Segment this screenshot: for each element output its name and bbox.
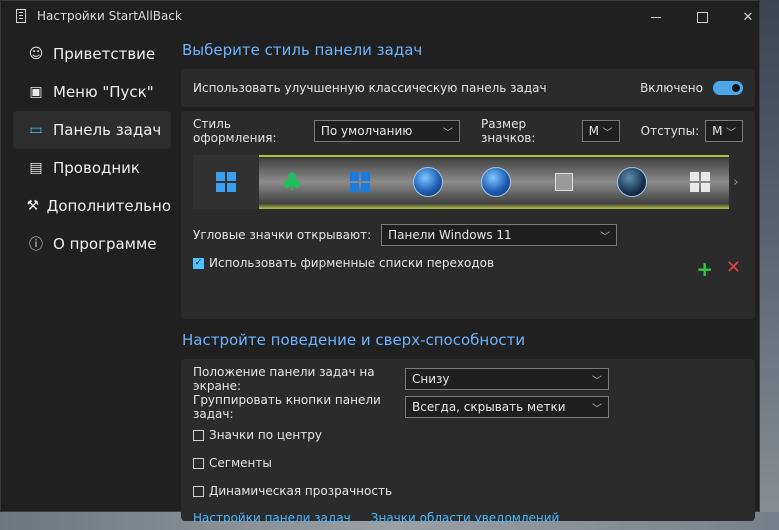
maximize-button[interactable] bbox=[679, 5, 725, 29]
chevron-down-icon: ﹀ bbox=[726, 128, 736, 139]
smiley-icon: ☺ bbox=[28, 46, 44, 62]
app-icon bbox=[16, 9, 26, 23]
maximize-icon bbox=[696, 11, 708, 23]
grouping-row: Группировать кнопки панели задач: Всегда… bbox=[193, 393, 743, 421]
style-label: Стиль оформления: bbox=[193, 117, 277, 145]
windows-xp-start-icon[interactable] bbox=[549, 167, 579, 197]
corner-icons-row: Угловые значки открывают: Панели Windows… bbox=[193, 223, 743, 247]
folder-icon: ▤ bbox=[29, 160, 43, 176]
windows8-start-icon[interactable] bbox=[685, 167, 715, 197]
position-select[interactable]: Снизу ﹀ bbox=[405, 368, 609, 390]
sidebar-item-welcome[interactable]: ☺ Приветствие bbox=[13, 35, 171, 73]
position-label: Положение панели задач на экране: bbox=[193, 365, 375, 393]
style-settings-card: Стиль оформления: По умолчанию ﹀ Размер … bbox=[181, 111, 755, 319]
minimize-button[interactable] bbox=[633, 5, 679, 29]
padding-value: M bbox=[712, 124, 723, 138]
behavior-card: Положение панели задач на экране: Снизу … bbox=[181, 359, 755, 525]
vista-orb-icon[interactable] bbox=[617, 167, 647, 197]
jumplist-checkbox[interactable]: ✓ bbox=[193, 257, 204, 269]
desktop-background bbox=[760, 0, 779, 530]
style-select[interactable]: По умолчанию ﹀ bbox=[313, 120, 460, 142]
chevron-down-icon: ﹀ bbox=[600, 232, 611, 243]
sidebar-item-taskbar[interactable]: ▭ Панель задач bbox=[13, 111, 171, 149]
icon-size-label: Размер значков: bbox=[481, 117, 536, 145]
icon-size-select[interactable]: M ﹀ bbox=[581, 120, 620, 142]
title-bar: Настройки StartAllBack ✕ bbox=[1, 1, 759, 33]
taskbar-settings-link[interactable]: Настройки панели задач bbox=[193, 511, 351, 525]
links-row: Настройки панели задач Значки области ув… bbox=[193, 511, 743, 525]
close-button[interactable]: ✕ bbox=[725, 5, 771, 29]
minimize-icon bbox=[651, 16, 661, 18]
main-content: Выберите стиль панели задач Использовать… bbox=[181, 35, 755, 525]
sidebar-item-label: О программе bbox=[53, 235, 157, 253]
segments-label: Сегменты bbox=[209, 456, 272, 470]
style-row: Стиль оформления: По умолчанию ﹀ Размер … bbox=[193, 117, 743, 145]
grouping-label: Группировать кнопки панели задач: bbox=[193, 393, 381, 421]
segments-checkbox[interactable] bbox=[193, 457, 204, 469]
clover-start-icon[interactable]: ♣ bbox=[277, 167, 307, 197]
grouping-value: Всегда, скрывать метки bbox=[412, 400, 566, 414]
settings-window: Настройки StartAllBack ✕ ☺ Приветствие ▣… bbox=[0, 0, 760, 525]
chevron-right-icon[interactable]: › bbox=[729, 155, 743, 209]
remove-icon[interactable]: ✕ bbox=[726, 257, 741, 278]
transparency-label: Динамическая прозрачность bbox=[209, 484, 393, 498]
toggle-state-label: Включено bbox=[640, 81, 703, 95]
segments-row: Сегменты bbox=[193, 449, 743, 477]
sidebar-item-label: Меню "Пуск" bbox=[53, 83, 154, 101]
transparency-row: Динамическая прозрачность bbox=[193, 477, 743, 505]
center-icons-label: Значки по центру bbox=[209, 428, 322, 442]
sidebar-item-start-menu[interactable]: ▣ Меню "Пуск" bbox=[13, 73, 171, 111]
center-icons-checkbox[interactable] bbox=[193, 429, 204, 441]
chevron-down-icon: ﹀ bbox=[602, 128, 613, 139]
position-row: Положение панели задач на экране: Снизу … bbox=[193, 365, 743, 393]
section-title-style: Выберите стиль панели задач bbox=[182, 41, 423, 59]
wrench-icon: ⚒ bbox=[26, 198, 40, 214]
sidebar: ☺ Приветствие ▣ Меню "Пуск" ▭ Панель зад… bbox=[13, 35, 171, 263]
window-title: Настройки StartAllBack bbox=[37, 9, 182, 23]
start-menu-icon: ▣ bbox=[29, 84, 43, 100]
padding-label: Отступы: bbox=[640, 124, 700, 138]
sidebar-item-label: Приветствие bbox=[53, 45, 156, 63]
enhanced-taskbar-row: Использовать улучшенную классическую пан… bbox=[181, 69, 755, 107]
sidebar-item-label: Проводник bbox=[53, 159, 140, 177]
start-button-preview: ♣ › bbox=[193, 155, 743, 209]
enhanced-toggle-group: Включено bbox=[640, 81, 743, 95]
notification-icons-link[interactable]: Значки области уведомлений bbox=[371, 511, 560, 525]
corner-icons-label: Угловые значки открывают: bbox=[193, 228, 372, 242]
add-icon[interactable]: + bbox=[696, 257, 713, 281]
sidebar-item-label: Дополнительно bbox=[46, 197, 171, 215]
sidebar-item-advanced[interactable]: ⚒ Дополнительно bbox=[13, 187, 171, 225]
enhanced-taskbar-toggle[interactable] bbox=[713, 81, 743, 95]
close-icon: ✕ bbox=[742, 9, 754, 25]
jumplist-row: ✓ Использовать фирменные списки переходо… bbox=[193, 251, 743, 275]
windows7-orb-alt-icon[interactable] bbox=[481, 167, 511, 197]
windows7-orb-icon[interactable] bbox=[413, 167, 443, 197]
enhanced-taskbar-label: Использовать улучшенную классическую пан… bbox=[193, 81, 547, 95]
section-title-behavior: Настройте поведение и сверх-способности bbox=[182, 331, 526, 349]
transparency-checkbox[interactable] bbox=[193, 485, 204, 497]
windows10-start-icon[interactable] bbox=[345, 167, 375, 197]
sidebar-item-explorer[interactable]: ▤ Проводник bbox=[13, 149, 171, 187]
info-icon: ⓘ bbox=[29, 237, 43, 253]
jumplist-label: Использовать фирменные списки переходов bbox=[209, 256, 495, 270]
position-value: Снизу bbox=[412, 372, 450, 386]
sidebar-item-label: Панель задач bbox=[53, 121, 162, 139]
chevron-down-icon: ﹀ bbox=[592, 376, 602, 387]
windows11-start-icon[interactable] bbox=[211, 167, 241, 197]
corner-icons-value: Панели Windows 11 bbox=[388, 228, 512, 242]
style-select-value: По умолчанию bbox=[320, 124, 413, 138]
icon-size-value: M bbox=[588, 124, 600, 138]
center-icons-row: Значки по центру bbox=[193, 421, 743, 449]
chevron-down-icon: ﹀ bbox=[442, 128, 453, 139]
corner-icons-select[interactable]: Панели Windows 11 ﹀ bbox=[381, 224, 618, 246]
sidebar-item-about[interactable]: ⓘ О программе bbox=[13, 225, 171, 263]
taskbar-icon: ▭ bbox=[29, 122, 43, 138]
chevron-down-icon: ﹀ bbox=[592, 404, 602, 415]
grouping-select[interactable]: Всегда, скрывать метки ﹀ bbox=[405, 396, 609, 418]
padding-select[interactable]: M ﹀ bbox=[705, 120, 743, 142]
